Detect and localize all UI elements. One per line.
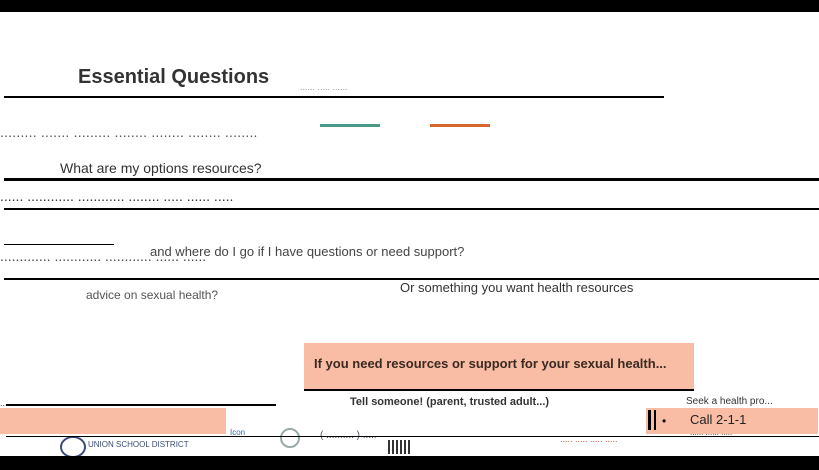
bullet-icon: • [662,414,667,428]
title-divider [4,96,664,98]
bar-icon-2 [654,410,656,430]
title-subtext: ...... ..... ...... [300,82,348,92]
divider-4 [4,244,114,245]
bar-icon [648,410,651,430]
divider-3 [4,208,819,210]
district-logo-text: UNION SCHOOL DISTRICT [88,440,189,449]
text-line-1: ......... ....... ......... ........ ...… [0,124,258,140]
text-line-3: ...... ............ ............ .......… [0,188,234,204]
slide-canvas: Essential Questions ...... ..... ...... … [0,12,819,456]
barcode-icon [388,440,412,454]
orange-accent-rule [430,124,490,127]
slide-title: Essential Questions [78,66,270,88]
bottom-divider [6,436,819,437]
callout-divider [304,389,694,391]
salmon-footer-bar [0,408,226,434]
footer-divider [6,404,276,406]
callout-text: If you need resources or support for you… [314,356,667,371]
text-line-2: What are my options resources? [60,160,262,176]
district-logo-icon [60,436,86,456]
text-line-6: advice on sexual health? [86,288,219,302]
loading-ring-icon [280,428,300,448]
footer-left-text: ............. ..................... [0,398,88,408]
teal-accent-rule [320,124,380,127]
seek-help-text: Seek a health pro... [686,396,773,407]
text-line-5: ............. ............ ............ … [0,248,207,264]
call-211-label: Call 2-1-1 [690,412,747,427]
divider-2 [4,178,819,181]
aside-text: Or something you want health resources [400,280,634,295]
bottom-black-band [0,456,819,470]
top-black-band [0,0,819,12]
tell-someone-text: Tell someone! (parent, trusted adult...) [350,396,550,408]
